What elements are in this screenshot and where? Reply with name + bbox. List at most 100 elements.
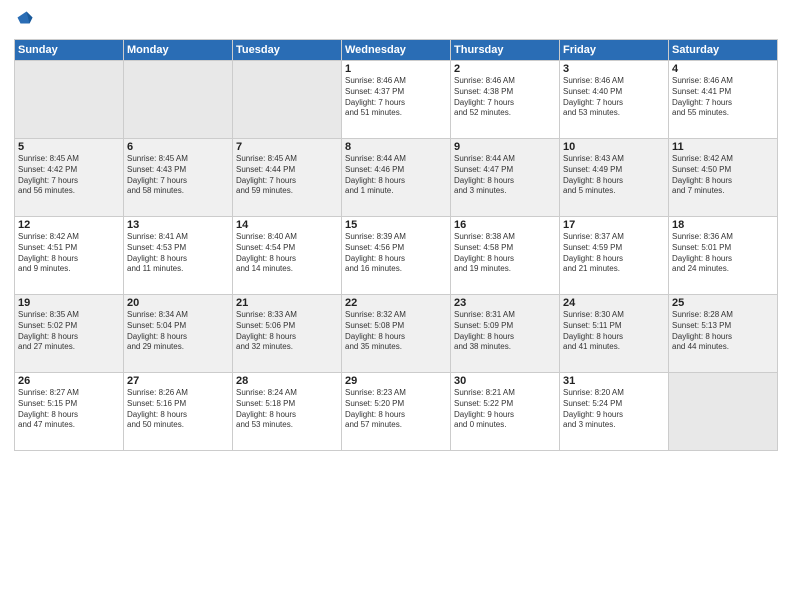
day-number: 2 (454, 63, 556, 75)
day-info: Sunrise: 8:44 AM Sunset: 4:46 PM Dayligh… (345, 154, 447, 197)
weekday-header: Thursday (451, 40, 560, 61)
calendar-cell: 1Sunrise: 8:46 AM Sunset: 4:37 PM Daylig… (342, 61, 451, 139)
day-info: Sunrise: 8:34 AM Sunset: 5:04 PM Dayligh… (127, 310, 229, 353)
day-info: Sunrise: 8:35 AM Sunset: 5:02 PM Dayligh… (18, 310, 120, 353)
calendar-cell: 4Sunrise: 8:46 AM Sunset: 4:41 PM Daylig… (669, 61, 778, 139)
calendar-cell: 21Sunrise: 8:33 AM Sunset: 5:06 PM Dayli… (233, 295, 342, 373)
day-info: Sunrise: 8:45 AM Sunset: 4:42 PM Dayligh… (18, 154, 120, 197)
day-number: 19 (18, 297, 120, 309)
calendar-week-row: 5Sunrise: 8:45 AM Sunset: 4:42 PM Daylig… (15, 139, 778, 217)
day-info: Sunrise: 8:26 AM Sunset: 5:16 PM Dayligh… (127, 388, 229, 431)
calendar-cell: 6Sunrise: 8:45 AM Sunset: 4:43 PM Daylig… (124, 139, 233, 217)
day-number: 10 (563, 141, 665, 153)
weekday-header: Wednesday (342, 40, 451, 61)
day-info: Sunrise: 8:39 AM Sunset: 4:56 PM Dayligh… (345, 232, 447, 275)
calendar-week-row: 19Sunrise: 8:35 AM Sunset: 5:02 PM Dayli… (15, 295, 778, 373)
weekday-header: Monday (124, 40, 233, 61)
day-info: Sunrise: 8:20 AM Sunset: 5:24 PM Dayligh… (563, 388, 665, 431)
day-number: 8 (345, 141, 447, 153)
calendar-cell: 22Sunrise: 8:32 AM Sunset: 5:08 PM Dayli… (342, 295, 451, 373)
day-info: Sunrise: 8:21 AM Sunset: 5:22 PM Dayligh… (454, 388, 556, 431)
day-info: Sunrise: 8:36 AM Sunset: 5:01 PM Dayligh… (672, 232, 774, 275)
day-number: 7 (236, 141, 338, 153)
day-info: Sunrise: 8:31 AM Sunset: 5:09 PM Dayligh… (454, 310, 556, 353)
calendar-cell (15, 61, 124, 139)
day-info: Sunrise: 8:46 AM Sunset: 4:37 PM Dayligh… (345, 76, 447, 119)
calendar-cell: 25Sunrise: 8:28 AM Sunset: 5:13 PM Dayli… (669, 295, 778, 373)
calendar-cell: 11Sunrise: 8:42 AM Sunset: 4:50 PM Dayli… (669, 139, 778, 217)
calendar-cell: 3Sunrise: 8:46 AM Sunset: 4:40 PM Daylig… (560, 61, 669, 139)
calendar-cell: 28Sunrise: 8:24 AM Sunset: 5:18 PM Dayli… (233, 373, 342, 451)
day-info: Sunrise: 8:23 AM Sunset: 5:20 PM Dayligh… (345, 388, 447, 431)
day-number: 1 (345, 63, 447, 75)
day-number: 13 (127, 219, 229, 231)
day-number: 11 (672, 141, 774, 153)
day-number: 25 (672, 297, 774, 309)
day-number: 9 (454, 141, 556, 153)
day-number: 5 (18, 141, 120, 153)
calendar-cell: 10Sunrise: 8:43 AM Sunset: 4:49 PM Dayli… (560, 139, 669, 217)
calendar-cell: 14Sunrise: 8:40 AM Sunset: 4:54 PM Dayli… (233, 217, 342, 295)
day-info: Sunrise: 8:46 AM Sunset: 4:41 PM Dayligh… (672, 76, 774, 119)
page-header (14, 10, 778, 33)
calendar-cell: 2Sunrise: 8:46 AM Sunset: 4:38 PM Daylig… (451, 61, 560, 139)
calendar-cell (669, 373, 778, 451)
calendar-cell: 29Sunrise: 8:23 AM Sunset: 5:20 PM Dayli… (342, 373, 451, 451)
day-number: 24 (563, 297, 665, 309)
day-info: Sunrise: 8:41 AM Sunset: 4:53 PM Dayligh… (127, 232, 229, 275)
day-info: Sunrise: 8:45 AM Sunset: 4:43 PM Dayligh… (127, 154, 229, 197)
day-info: Sunrise: 8:24 AM Sunset: 5:18 PM Dayligh… (236, 388, 338, 431)
weekday-header: Sunday (15, 40, 124, 61)
calendar-cell: 7Sunrise: 8:45 AM Sunset: 4:44 PM Daylig… (233, 139, 342, 217)
calendar-cell: 12Sunrise: 8:42 AM Sunset: 4:51 PM Dayli… (15, 217, 124, 295)
logo (14, 10, 37, 33)
calendar-cell: 5Sunrise: 8:45 AM Sunset: 4:42 PM Daylig… (15, 139, 124, 217)
day-number: 6 (127, 141, 229, 153)
day-info: Sunrise: 8:45 AM Sunset: 4:44 PM Dayligh… (236, 154, 338, 197)
day-number: 22 (345, 297, 447, 309)
day-number: 4 (672, 63, 774, 75)
day-number: 29 (345, 375, 447, 387)
day-info: Sunrise: 8:44 AM Sunset: 4:47 PM Dayligh… (454, 154, 556, 197)
day-info: Sunrise: 8:38 AM Sunset: 4:58 PM Dayligh… (454, 232, 556, 275)
calendar-cell: 30Sunrise: 8:21 AM Sunset: 5:22 PM Dayli… (451, 373, 560, 451)
calendar-cell (124, 61, 233, 139)
day-number: 20 (127, 297, 229, 309)
calendar-week-row: 12Sunrise: 8:42 AM Sunset: 4:51 PM Dayli… (15, 217, 778, 295)
calendar-cell: 17Sunrise: 8:37 AM Sunset: 4:59 PM Dayli… (560, 217, 669, 295)
calendar-cell: 18Sunrise: 8:36 AM Sunset: 5:01 PM Dayli… (669, 217, 778, 295)
calendar-cell: 20Sunrise: 8:34 AM Sunset: 5:04 PM Dayli… (124, 295, 233, 373)
day-info: Sunrise: 8:42 AM Sunset: 4:50 PM Dayligh… (672, 154, 774, 197)
day-number: 14 (236, 219, 338, 231)
day-info: Sunrise: 8:40 AM Sunset: 4:54 PM Dayligh… (236, 232, 338, 275)
day-number: 21 (236, 297, 338, 309)
calendar-cell: 23Sunrise: 8:31 AM Sunset: 5:09 PM Dayli… (451, 295, 560, 373)
day-info: Sunrise: 8:33 AM Sunset: 5:06 PM Dayligh… (236, 310, 338, 353)
day-number: 17 (563, 219, 665, 231)
day-info: Sunrise: 8:27 AM Sunset: 5:15 PM Dayligh… (18, 388, 120, 431)
weekday-header: Friday (560, 40, 669, 61)
calendar-cell: 24Sunrise: 8:30 AM Sunset: 5:11 PM Dayli… (560, 295, 669, 373)
day-number: 3 (563, 63, 665, 75)
day-info: Sunrise: 8:46 AM Sunset: 4:38 PM Dayligh… (454, 76, 556, 119)
day-number: 15 (345, 219, 447, 231)
calendar-cell: 27Sunrise: 8:26 AM Sunset: 5:16 PM Dayli… (124, 373, 233, 451)
day-number: 23 (454, 297, 556, 309)
day-info: Sunrise: 8:37 AM Sunset: 4:59 PM Dayligh… (563, 232, 665, 275)
day-info: Sunrise: 8:32 AM Sunset: 5:08 PM Dayligh… (345, 310, 447, 353)
weekday-header: Tuesday (233, 40, 342, 61)
calendar-week-row: 1Sunrise: 8:46 AM Sunset: 4:37 PM Daylig… (15, 61, 778, 139)
day-number: 30 (454, 375, 556, 387)
day-number: 27 (127, 375, 229, 387)
calendar-week-row: 26Sunrise: 8:27 AM Sunset: 5:15 PM Dayli… (15, 373, 778, 451)
calendar-cell: 31Sunrise: 8:20 AM Sunset: 5:24 PM Dayli… (560, 373, 669, 451)
calendar-cell: 15Sunrise: 8:39 AM Sunset: 4:56 PM Dayli… (342, 217, 451, 295)
calendar-table: SundayMondayTuesdayWednesdayThursdayFrid… (14, 39, 778, 451)
day-info: Sunrise: 8:42 AM Sunset: 4:51 PM Dayligh… (18, 232, 120, 275)
day-number: 31 (563, 375, 665, 387)
day-number: 26 (18, 375, 120, 387)
calendar-header-row: SundayMondayTuesdayWednesdayThursdayFrid… (15, 40, 778, 61)
day-info: Sunrise: 8:43 AM Sunset: 4:49 PM Dayligh… (563, 154, 665, 197)
weekday-header: Saturday (669, 40, 778, 61)
day-number: 18 (672, 219, 774, 231)
